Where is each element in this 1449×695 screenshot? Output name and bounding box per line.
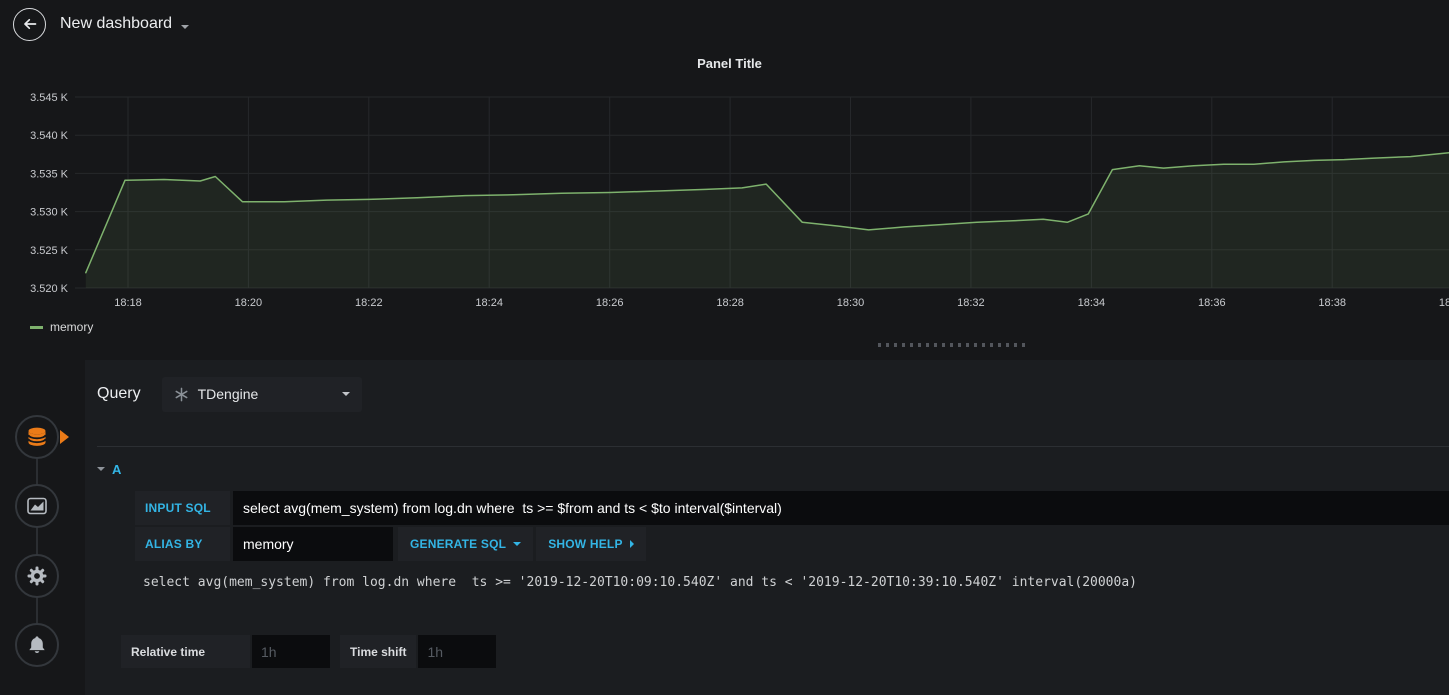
show-help-label: SHOW HELP [548, 537, 623, 551]
bell-icon [29, 636, 45, 654]
tab-connector-line [36, 437, 38, 645]
svg-text:3.530 K: 3.530 K [30, 207, 69, 219]
tab-general[interactable] [15, 554, 59, 598]
arrow-left-icon [23, 18, 36, 30]
time-shift-group: Time shift [340, 635, 497, 668]
chevron-right-icon [629, 540, 634, 548]
active-tab-arrow-icon [60, 430, 69, 444]
svg-text:18:26: 18:26 [596, 297, 624, 309]
editor-tab-strip [0, 360, 85, 695]
query-editor: Query TDengine A INPUT SQL select avg(me… [85, 360, 1449, 695]
time-options-row: Relative time Time shift [121, 635, 1449, 668]
time-series-chart[interactable]: 3.545 K 3.540 K 3.535 K 3.530 K 3.525 K 3.520… [10, 74, 1449, 314]
tab-alert[interactable] [15, 623, 59, 667]
legend-series-label[interactable]: memory [50, 320, 93, 334]
show-help-button[interactable]: SHOW HELP [536, 527, 646, 561]
svg-text:3.545 K: 3.545 K [30, 92, 69, 104]
svg-text:18:28: 18:28 [716, 297, 744, 309]
query-header: Query TDengine [97, 376, 1449, 412]
chart-icon [27, 497, 47, 515]
svg-text:18:30: 18:30 [837, 297, 865, 309]
svg-text:3.525 K: 3.525 K [30, 245, 69, 257]
svg-text:18:24: 18:24 [475, 297, 503, 309]
input-sql-label: INPUT SQL [135, 491, 230, 525]
chart-legend: memory [10, 314, 1449, 340]
legend-series-swatch [30, 325, 43, 329]
relative-time-label: Relative time [121, 635, 250, 668]
top-navbar: New dashboard [0, 0, 1449, 48]
generate-sql-button[interactable]: GENERATE SQL [398, 527, 534, 561]
database-icon [27, 427, 47, 446]
tab-visualization[interactable] [15, 484, 59, 528]
input-sql-field[interactable] [233, 491, 1449, 525]
dashboard-title[interactable]: New dashboard [60, 15, 172, 33]
alias-by-label: ALIAS BY [135, 527, 230, 561]
gear-icon [27, 566, 47, 586]
relative-time-field[interactable] [252, 635, 330, 668]
svg-text:3.535 K: 3.535 K [30, 168, 69, 180]
svg-text:3.520 K: 3.520 K [30, 283, 69, 295]
datasource-name: TDengine [197, 386, 259, 402]
chevron-down-icon [341, 392, 350, 396]
tdengine-logo-icon [175, 387, 188, 401]
generate-sql-label: GENERATE SQL [410, 537, 507, 551]
query-ref-id: A [112, 461, 122, 477]
generated-sql-text: select avg(mem_system) from log.dn where… [143, 575, 1137, 590]
back-button[interactable] [13, 7, 46, 41]
alias-by-row: ALIAS BY GENERATE SQL SHOW HELP [135, 527, 1449, 561]
chevron-down-icon[interactable] [181, 24, 190, 29]
time-shift-field[interactable] [418, 635, 497, 668]
datasource-picker[interactable]: TDengine [161, 376, 362, 412]
svg-text:18:18: 18:18 [114, 297, 142, 309]
graph-panel: Panel Title 3.545 K 3.540 K 3.535 K 3.530 K… [10, 48, 1449, 340]
svg-text:18:22: 18:22 [355, 297, 383, 309]
chevron-down-icon [513, 542, 522, 546]
input-sql-row: INPUT SQL [135, 491, 1449, 525]
svg-text:18:38: 18:38 [1318, 297, 1346, 309]
query-collapse-toggle[interactable]: A [97, 457, 157, 481]
query-section-title: Query [97, 385, 141, 402]
collapse-caret-icon [97, 467, 105, 471]
svg-text:18:20: 18:20 [235, 297, 263, 309]
panel-title[interactable]: Panel Title [10, 48, 1449, 74]
panel-resize-handle[interactable] [878, 343, 1028, 347]
query-row-a: A INPUT SQL ALIAS BY GENERATE SQL SHOW H… [97, 446, 1449, 668]
time-shift-label: Time shift [340, 635, 417, 668]
alias-by-field[interactable] [233, 527, 393, 561]
svg-text:18:32: 18:32 [957, 297, 985, 309]
panel-editor: Query TDengine A INPUT SQL select avg(me… [0, 360, 1449, 695]
query-form-rows: INPUT SQL ALIAS BY GENERATE SQL SHOW HEL… [135, 491, 1449, 561]
tab-queries[interactable] [15, 415, 59, 459]
svg-text:18:40: 18:40 [1439, 297, 1449, 309]
svg-text:3.540 K: 3.540 K [30, 130, 69, 142]
svg-text:18:34: 18:34 [1078, 297, 1106, 309]
svg-text:18:36: 18:36 [1198, 297, 1226, 309]
